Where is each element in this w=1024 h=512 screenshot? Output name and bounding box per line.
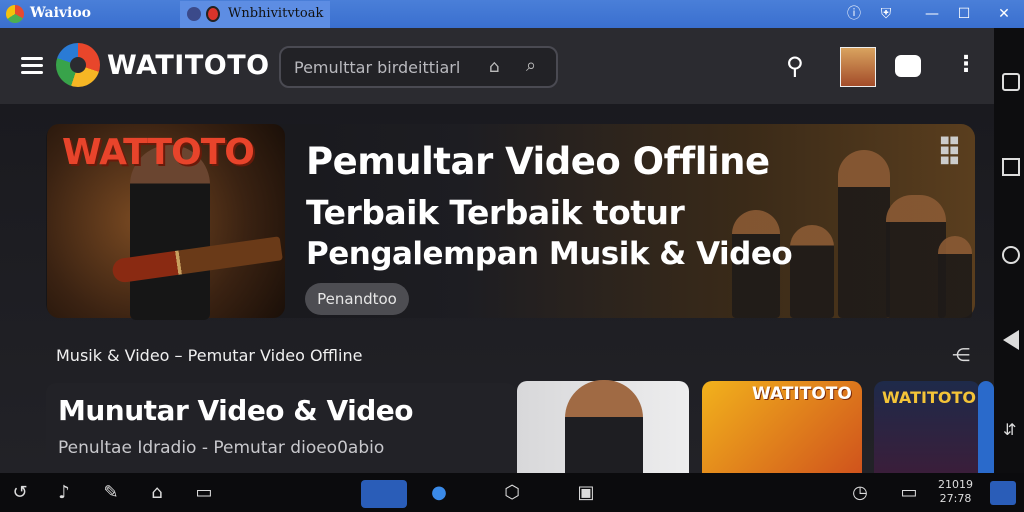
hero-thumbnail-title: WATTOTO <box>62 132 255 173</box>
home-icon[interactable] <box>1002 246 1020 264</box>
app-grid-icon[interactable] <box>361 480 407 508</box>
screen: { "window": { "app_title": "Waivioo", "t… <box>0 0 1024 512</box>
more-options-icon[interactable]: ⋮ <box>955 52 977 77</box>
back-icon[interactable] <box>1003 330 1019 350</box>
video-thumbnail-2-title: WATITOTO <box>752 384 852 404</box>
notification-center-icon[interactable] <box>990 481 1016 505</box>
menu-line <box>21 64 43 67</box>
close-icon[interactable]: ✕ <box>992 3 1016 25</box>
hero-band-member <box>790 225 834 318</box>
minimize-icon[interactable]: — <box>920 3 944 25</box>
hero-dots-icon: ■■ ■■ ■■ <box>940 135 959 166</box>
window-icon[interactable]: ▭ <box>193 482 215 504</box>
clock-line-1: 21019 <box>938 478 973 491</box>
menu-line <box>21 71 43 74</box>
search-placeholder: Pemulttar birdeittiarl <box>294 58 461 77</box>
brand-logo-center <box>70 57 86 73</box>
hero-band-member <box>886 195 946 318</box>
tab-title: Wnbhivitvtoak <box>228 6 324 21</box>
hero-subtitle-2: Pengalempan Musik & Video <box>306 236 793 272</box>
rotate-icon[interactable]: ⇵ <box>1003 420 1016 439</box>
window-title-bar <box>0 0 1024 28</box>
tab-favicon-icon <box>187 7 201 21</box>
featured-card-subtitle: Penultae Idradio - Pemutar dioeo0abio <box>58 438 385 458</box>
square-icon[interactable] <box>1002 158 1020 176</box>
window-title: Waivioo <box>30 5 92 21</box>
voice-search-icon[interactable]: ⌂ <box>489 57 500 77</box>
hero-title: Pemultar Video Offline <box>306 140 770 183</box>
clock-line-2: 27:78 <box>939 492 972 505</box>
search-submit-icon[interactable]: ⌕ <box>526 55 536 76</box>
battery-icon[interactable]: ▭ <box>898 482 920 504</box>
cube-icon[interactable]: ⬡ <box>501 482 523 504</box>
hero-subtitle-1: Terbaik Terbaik totur <box>306 193 685 232</box>
avatar[interactable] <box>840 47 876 87</box>
featured-card-title: Munutar Video & Video <box>58 394 414 427</box>
search-icon[interactable]: ⚲ <box>786 52 804 80</box>
maximize-icon[interactable]: ☐ <box>952 3 976 25</box>
app-logo-icon <box>6 5 24 23</box>
video-thumbnail-4[interactable] <box>978 381 994 473</box>
menu-line <box>21 57 43 60</box>
video-thumbnail-3-title: WATITOTO <box>882 388 976 407</box>
recent-apps-icon[interactable] <box>1002 73 1020 91</box>
shield-icon[interactable]: ⛨ <box>874 3 898 25</box>
home-taskbar-icon[interactable]: ⌂ <box>146 482 168 504</box>
hero-band-member <box>838 150 890 318</box>
brand-name[interactable]: WATITOTO <box>107 50 270 81</box>
menu-icon[interactable] <box>21 57 43 75</box>
hero-button[interactable]: Penandtoo <box>305 283 409 315</box>
section-title: Musik & Video – Pemutar Video Offline <box>56 346 363 365</box>
hero-band-member <box>938 236 972 318</box>
system-clock[interactable]: 21019 27:78 <box>938 478 973 506</box>
refresh-icon[interactable]: ↺ <box>9 482 31 504</box>
screen-icon[interactable]: ▣ <box>575 482 597 504</box>
thumbnail-person <box>565 380 643 473</box>
help-icon[interactable]: ⓘ <box>842 3 866 25</box>
chat-icon[interactable] <box>895 55 921 77</box>
share-icon[interactable]: ⋲ <box>952 345 970 366</box>
clock-icon[interactable]: ◷ <box>849 482 871 504</box>
notification-app-icon[interactable]: ● <box>428 482 450 504</box>
edit-icon[interactable]: ✎ <box>100 482 122 504</box>
record-icon <box>206 6 220 22</box>
music-icon[interactable]: ♪ <box>53 482 75 504</box>
